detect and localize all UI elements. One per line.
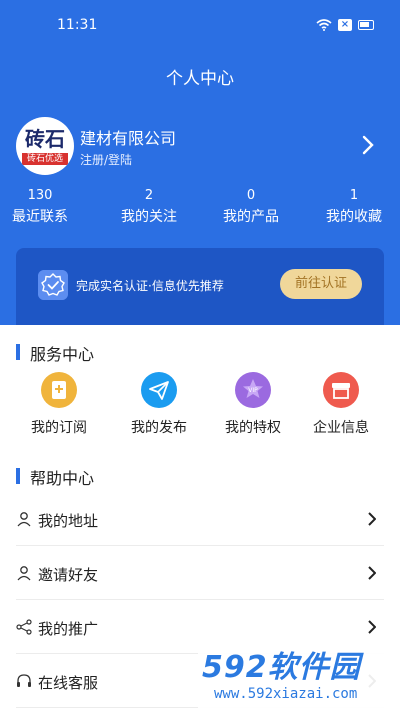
headset-icon <box>17 674 31 687</box>
service-grid: 我的订阅 我的发布 VIP 我的特权 企业信息 <box>0 372 400 442</box>
company-name: 建材有限公司 <box>80 129 177 148</box>
help-item-label: 邀请好友 <box>38 566 99 584</box>
chevron-right-icon <box>368 566 376 580</box>
service-company-info[interactable]: 企业信息 <box>294 372 388 437</box>
stat-label: 最近联系 <box>12 209 68 225</box>
user-icon <box>17 512 31 527</box>
battery-icon <box>358 20 374 30</box>
stats-row: 130 最近联系 2 我的关注 0 我的产品 1 我的收藏 <box>0 188 400 228</box>
stat-favorites[interactable]: 1 我的收藏 <box>314 188 394 226</box>
help-item-label: 我的地址 <box>38 512 99 530</box>
section-accent-bar <box>16 468 20 484</box>
chevron-right-icon[interactable] <box>362 135 374 155</box>
section-accent-bar <box>16 344 20 360</box>
stat-recent-contacts[interactable]: 130 最近联系 <box>0 188 80 226</box>
store-icon <box>323 372 359 408</box>
service-label: 我的发布 <box>131 420 187 436</box>
verify-button[interactable]: 前往认证 <box>280 269 362 299</box>
chevron-right-icon <box>368 512 376 526</box>
bookmark-icon <box>41 372 77 408</box>
no-sim-icon: × <box>338 19 352 31</box>
watermark-url: www.592xiazai.com <box>214 686 358 702</box>
stat-value: 130 <box>27 188 53 203</box>
wifi-icon <box>316 19 332 31</box>
logo-text: 砖石 <box>25 127 65 151</box>
help-item-label: 我的推广 <box>38 620 99 638</box>
logo-band: 砖石优选 <box>22 153 68 165</box>
service-center-title: 服务中心 <box>16 341 94 365</box>
status-time: 11:31 <box>57 17 98 33</box>
watermark: 592软件园 www.592xiazai.com <box>198 638 400 711</box>
section-title-text: 帮助中心 <box>30 469 95 488</box>
service-privileges[interactable]: VIP 我的特权 <box>206 372 300 437</box>
watermark-brand: 592软件园 <box>202 650 361 685</box>
stat-following[interactable]: 2 我的关注 <box>109 188 189 226</box>
profile-row[interactable]: 砖石 砖石优选 建材有限公司 注册/登陆 <box>16 117 384 177</box>
send-icon <box>141 372 177 408</box>
verified-badge-icon <box>38 270 68 300</box>
verify-text: 完成实名认证·信息优先推荐 <box>76 279 224 293</box>
stat-products[interactable]: 0 我的产品 <box>211 188 291 226</box>
service-publish[interactable]: 我的发布 <box>112 372 206 437</box>
section-title-text: 服务中心 <box>30 345 95 364</box>
stat-label: 我的收藏 <box>326 209 382 225</box>
service-label: 我的订阅 <box>31 420 87 436</box>
page-title: 个人中心 <box>166 69 234 89</box>
login-register-link[interactable]: 注册/登陆 <box>80 151 132 168</box>
svg-text:VIP: VIP <box>248 387 258 394</box>
service-label: 我的特权 <box>225 420 281 436</box>
header-background: 11:31 × 个人中心 砖石 砖石优选 建材有限公司 注册/登陆 130 最近… <box>0 0 400 325</box>
help-item-invite[interactable]: 邀请好友 <box>16 546 384 600</box>
verify-banner: 完成实名认证·信息优先推荐 前往认证 <box>16 248 384 325</box>
share-icon <box>16 619 32 635</box>
help-center-title: 帮助中心 <box>16 465 94 489</box>
avatar[interactable]: 砖石 砖石优选 <box>16 117 74 175</box>
stat-value: 1 <box>349 188 359 203</box>
stat-value: 2 <box>144 188 154 203</box>
stat-label: 我的关注 <box>121 209 177 225</box>
chevron-right-icon <box>368 620 376 634</box>
status-icons: × <box>316 19 374 31</box>
stat-value: 0 <box>246 188 256 203</box>
service-label: 企业信息 <box>313 420 369 436</box>
status-bar: 11:31 × <box>0 0 400 40</box>
stat-label: 我的产品 <box>223 209 279 225</box>
help-item-address[interactable]: 我的地址 <box>16 492 384 546</box>
service-subscriptions[interactable]: 我的订阅 <box>12 372 106 437</box>
help-item-label: 在线客服 <box>38 674 99 692</box>
user-icon <box>17 566 31 581</box>
vip-icon: VIP <box>235 372 271 408</box>
